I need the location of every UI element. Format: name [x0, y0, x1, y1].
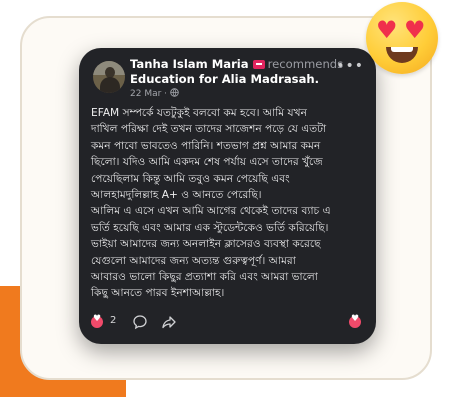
post-meta: 22 Mar ·: [130, 88, 179, 99]
heart-eye-left-icon: ♥: [376, 16, 398, 44]
post-paragraph: EFAM সম্পর্কে যতটুকুই বলবো কম হবে। আমি য…: [91, 107, 327, 202]
date-separator: ·: [164, 89, 168, 99]
share-icon[interactable]: [161, 314, 177, 330]
emoji-mouth: [386, 47, 418, 63]
heart-eye-right-icon: ♥: [404, 16, 426, 44]
post-body: EFAM সম্পর্কে যতটুকুই বলবো কম হবে। আমি য…: [91, 105, 369, 302]
love-reaction-icon[interactable]: [91, 314, 103, 328]
reaction-count[interactable]: 2: [110, 315, 116, 326]
flag-icon: [252, 60, 265, 69]
love-react-icon[interactable]: [349, 314, 361, 328]
action-text: recommends: [267, 57, 344, 71]
facebook-recommendation-card: Tanha Islam Maria recommends Education fo…: [79, 48, 376, 344]
author-name[interactable]: Tanha Islam Maria: [130, 57, 249, 71]
more-dots-icon[interactable]: •••: [336, 58, 364, 74]
post-header: Tanha Islam Maria recommends Education fo…: [130, 57, 360, 87]
page-name[interactable]: Education for Alia Madrasah.: [130, 72, 319, 86]
globe-icon: [170, 88, 179, 97]
post-paragraph: আলিম এ এসে এখন আমি আগের থেকেই তাদের ব্যা…: [91, 205, 331, 300]
avatar[interactable]: [93, 61, 125, 93]
heart-eyes-emoji: ♥ ♥: [366, 2, 438, 74]
comment-icon[interactable]: [132, 314, 148, 330]
post-actions: 2: [91, 312, 364, 334]
post-date[interactable]: 22 Mar: [130, 89, 161, 99]
